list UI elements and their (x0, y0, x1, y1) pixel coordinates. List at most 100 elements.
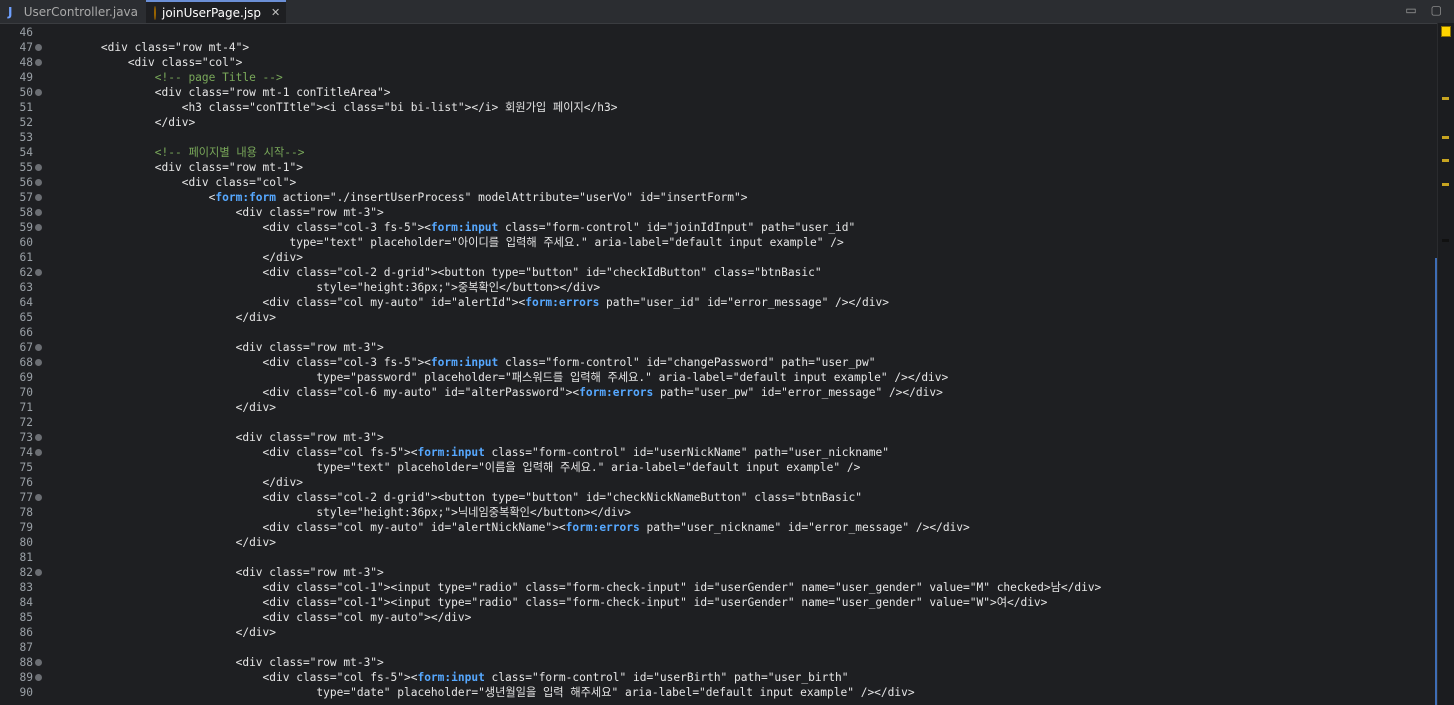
code-line[interactable]: 78 style="height:36px;">닉네임중복확인</button>… (0, 505, 1438, 520)
code-line[interactable]: 74 <div class="col fs-5"><form:input cla… (0, 445, 1438, 460)
code-line[interactable]: 82 <div class="row mt-3"> (0, 565, 1438, 580)
code-line[interactable]: 69 type="password" placeholder="패스워드를 입력… (0, 370, 1438, 385)
code-line[interactable]: 61 </div> (0, 250, 1438, 265)
markup-token: class="form-control" id="joinIdInput" pa… (498, 221, 856, 234)
markup-token: <div class="col"> (47, 176, 297, 189)
maximize-icon[interactable]: ▢ (1431, 3, 1442, 17)
code-line[interactable]: 52 </div> (0, 115, 1438, 130)
code-line[interactable]: 81 (0, 550, 1438, 565)
code-line[interactable]: 59 <div class="col-3 fs-5"><form:input c… (0, 220, 1438, 235)
fold-toggle-icon[interactable] (35, 59, 42, 66)
code-line[interactable]: 66 (0, 325, 1438, 340)
warning-marker[interactable] (1442, 183, 1449, 186)
code-line[interactable]: 56 <div class="col"> (0, 175, 1438, 190)
code-line[interactable]: 88 <div class="row mt-3"> (0, 655, 1438, 670)
code-line[interactable]: 70 <div class="col-6 my-auto" id="alterP… (0, 385, 1438, 400)
code-line[interactable]: 75 type="text" placeholder="이름을 입력해 주세요.… (0, 460, 1438, 475)
code-line[interactable]: 58 <div class="row mt-3"> (0, 205, 1438, 220)
line-number: 66 (19, 326, 33, 339)
fold-toggle-icon[interactable] (35, 44, 42, 51)
fold-toggle-icon[interactable] (35, 674, 42, 681)
jsp-tag-token: form:input (417, 671, 485, 684)
warning-marker[interactable] (1442, 97, 1449, 100)
fold-toggle-icon[interactable] (35, 194, 42, 201)
code-text: <div class="col"> (47, 175, 297, 190)
code-line[interactable]: 76 </div> (0, 475, 1438, 490)
fold-toggle-icon[interactable] (35, 269, 42, 276)
fold-toggle-icon[interactable] (35, 209, 42, 216)
code-editor[interactable]: 46 47 <div class="row mt-4"> 48 <div class… (0, 23, 1438, 705)
code-line[interactable]: 53 (0, 130, 1438, 145)
code-text: </div> (47, 250, 303, 265)
code-line[interactable]: 65 </div> (0, 310, 1438, 325)
code-line[interactable]: 79 <div class="col my-auto" id="alertNic… (0, 520, 1438, 535)
code-line[interactable]: 57 <form:form action="./insertUserProces… (0, 190, 1438, 205)
code-line[interactable]: 64 <div class="col my-auto" id="alertId"… (0, 295, 1438, 310)
fold-toggle-icon[interactable] (35, 494, 42, 501)
code-line[interactable]: 89 <div class="col fs-5"><form:input cla… (0, 670, 1438, 685)
code-line[interactable]: 72 (0, 415, 1438, 430)
code-line[interactable]: 68 <div class="col-3 fs-5"><form:input c… (0, 355, 1438, 370)
position-marker[interactable] (1442, 239, 1449, 242)
line-number: 77 (19, 491, 33, 504)
tab-joinuserpage-jsp[interactable]: joinUserPage.jsp ✕ (146, 0, 286, 23)
code-line[interactable]: 80 </div> (0, 535, 1438, 550)
warning-marker[interactable] (1442, 159, 1449, 162)
warning-marker[interactable] (1442, 136, 1449, 139)
code-line[interactable]: 86 </div> (0, 625, 1438, 640)
fold-toggle-icon[interactable] (35, 359, 42, 366)
code-text: <div class="col-3 fs-5"><form:input clas… (47, 220, 856, 235)
overview-ruler[interactable] (1437, 23, 1454, 705)
line-number: 87 (19, 641, 33, 654)
code-line[interactable]: 49 <!-- page Title --> (0, 70, 1438, 85)
code-line[interactable]: 47 <div class="row mt-4"> (0, 40, 1438, 55)
code-line[interactable]: 67 <div class="row mt-3"> (0, 340, 1438, 355)
fold-toggle-icon[interactable] (35, 164, 42, 171)
markup-token: < (47, 191, 216, 204)
tab-usercontroller-java[interactable]: J UserController.java (0, 0, 146, 23)
code-line[interactable]: 85 <div class="col my-auto"></div> (0, 610, 1438, 625)
markup-token: class="form-control" id="userBirth" path… (484, 671, 849, 684)
fold-toggle-icon[interactable] (35, 434, 42, 441)
code-line[interactable]: 62 <div class="col-2 d-grid"><button typ… (0, 265, 1438, 280)
code-line[interactable]: 90 type="date" placeholder="생년월일을 입력 해주세… (0, 685, 1438, 700)
code-line[interactable]: 87 (0, 640, 1438, 655)
code-line[interactable]: 83 <div class="col-1"><input type="radio… (0, 580, 1438, 595)
fold-toggle-icon[interactable] (35, 659, 42, 666)
code-line[interactable]: 60 type="text" placeholder="아이디를 입력해 주세요… (0, 235, 1438, 250)
code-text: <div class="row mt-3"> (47, 655, 384, 670)
code-line[interactable]: 71 </div> (0, 400, 1438, 415)
editor-tab-bar: J UserController.java joinUserPage.jsp ✕… (0, 0, 1454, 24)
code-text: <div class="col-2 d-grid"><button type="… (47, 490, 862, 505)
close-tab-icon[interactable]: ✕ (271, 6, 280, 19)
line-number: 89 (19, 671, 33, 684)
code-line[interactable]: 84 <div class="col-1"><input type="radio… (0, 595, 1438, 610)
markup-token: </div> (47, 116, 196, 129)
markup-token: <div class="row mt-3"> (47, 566, 384, 579)
line-number: 55 (19, 161, 33, 174)
code-line[interactable]: 77 <div class="col-2 d-grid"><button typ… (0, 490, 1438, 505)
fold-toggle-icon[interactable] (35, 449, 42, 456)
fold-toggle-icon[interactable] (35, 344, 42, 351)
line-number: 82 (19, 566, 33, 579)
code-line[interactable]: 48 <div class="col"> (0, 55, 1438, 70)
code-line[interactable]: 46 (0, 25, 1438, 40)
fold-toggle-icon[interactable] (35, 569, 42, 576)
line-number: 48 (19, 56, 33, 69)
code-line[interactable]: 73 <div class="row mt-3"> (0, 430, 1438, 445)
code-line[interactable]: 51 <h3 class="conTItle"><i class="bi bi-… (0, 100, 1438, 115)
fold-toggle-icon[interactable] (35, 89, 42, 96)
code-line[interactable]: 50 <div class="row mt-1 conTitleArea"> (0, 85, 1438, 100)
warning-summary-icon[interactable] (1441, 26, 1451, 37)
fold-toggle-icon[interactable] (35, 179, 42, 186)
code-text: type="text" placeholder="아이디를 입력해 주세요." … (47, 235, 843, 250)
code-text: style="height:36px;">중복확인</button></div> (47, 280, 600, 295)
line-number: 60 (19, 236, 33, 249)
fold-toggle-icon[interactable] (35, 224, 42, 231)
code-line[interactable]: 63 style="height:36px;">중복확인</button></d… (0, 280, 1438, 295)
minimize-icon[interactable]: ▭ (1405, 3, 1416, 17)
code-text: <div class="col-1"><input type="radio" c… (47, 580, 1102, 595)
code-line[interactable]: 54 <!-- 페이지별 내용 시작--> (0, 145, 1438, 160)
code-line[interactable]: 55 <div class="row mt-1"> (0, 160, 1438, 175)
markup-token: type="date" placeholder="생년월일을 입력 해주세요" … (47, 686, 915, 699)
